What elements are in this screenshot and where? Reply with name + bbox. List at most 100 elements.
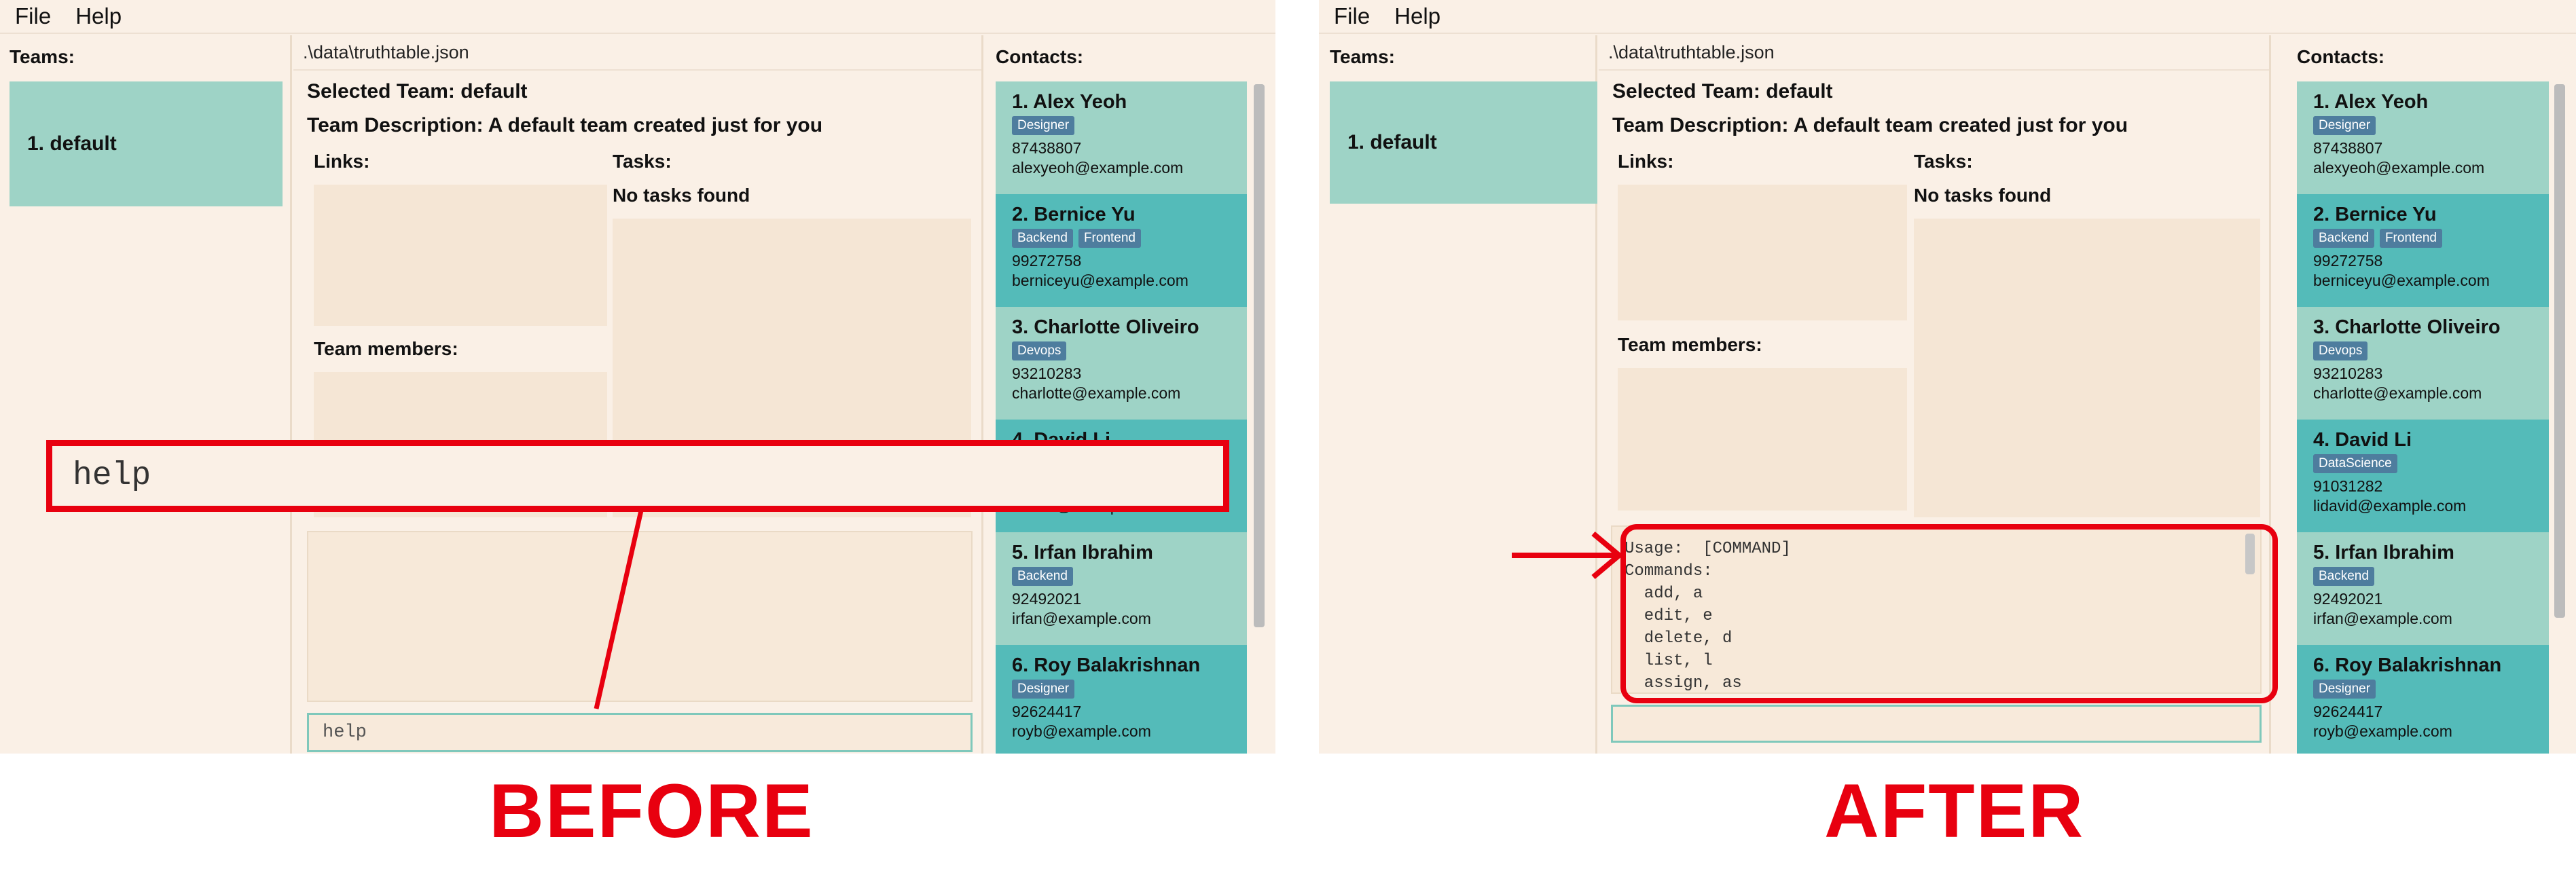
contact-phone: 92624417 [2313,703,2383,720]
contact-card[interactable]: 4. David Li DataScience 91031282 lidavid… [2297,420,2549,532]
contact-email: berniceyu@example.com [2313,272,2490,289]
contact-phone: 93210283 [2313,365,2383,382]
contact-card[interactable]: 1. Alex Yeoh Designer 87438807 alexyeoh@… [996,81,1247,194]
storage-path: .\data\truthtable.json [1608,42,1775,62]
no-tasks-text: No tasks found [1914,185,2052,206]
menu-help[interactable]: Help [1394,3,1440,29]
contacts-panel: Contacts: 1. Alex Yeoh Designer 87438807… [985,35,1275,754]
contact-phone: 99272758 [1012,252,1082,270]
teams-panel: Teams: 1. default [1319,35,1597,754]
tag: Designer [1012,680,1075,699]
contact-email: lidavid@example.com [2313,497,2467,515]
contact-email: charlotte@example.com [1012,384,1181,402]
tag: Frontend [2379,229,2442,248]
team-card-default[interactable]: 1. default [1330,81,1597,204]
contact-name: 6. Roy Balakrishnan [1012,654,1201,676]
tasks-label: Tasks: [1914,151,1973,172]
contact-phone: 87438807 [2313,139,2383,157]
contact-list[interactable]: 1. Alex Yeoh Designer 87438807 alexyeoh@… [996,81,1247,754]
contact-email: alexyeoh@example.com [1012,159,1184,177]
selected-team: Selected Team: default [1612,80,1833,103]
teams-panel: Teams: 1. default [0,35,292,754]
links-list[interactable] [1618,185,1907,320]
contact-email: berniceyu@example.com [1012,272,1189,289]
contact-name: 2. Bernice Yu [1012,204,1136,225]
contacts-title: Contacts: [996,46,1084,67]
contact-name: 1. Alex Yeoh [2313,91,2429,113]
before-label: BEFORE [489,768,814,853]
no-tasks-text: No tasks found [613,185,750,206]
contacts-scrollbar[interactable] [1254,84,1265,627]
selected-team: Selected Team: default [307,80,528,103]
team-detail-panel: .\data\truthtable.json Selected Team: de… [293,35,983,754]
contact-phone: 92492021 [2313,590,2383,608]
tag: Backend [1012,567,1073,586]
team-card-default[interactable]: 1. default [10,81,283,206]
tag: Designer [2313,116,2376,135]
contact-card[interactable]: 2. Bernice Yu Backend Frontend 99272758 b… [2297,194,2549,307]
links-label: Links: [1618,151,1674,172]
team-description: Team Description: A default team created… [307,114,823,136]
result-highlight-box [1620,524,2278,703]
result-display [307,531,973,702]
members-label: Team members: [1618,334,1762,355]
tasks-label: Tasks: [613,151,672,172]
contact-card[interactable]: 5. Irfan Ibrahim Backend 92492021 irfan@… [2297,532,2549,645]
after-label: AFTER [1824,768,2085,853]
links-label: Links: [314,151,370,172]
contact-phone: 92624417 [1012,703,1082,720]
contact-card[interactable]: 5. Irfan Ibrahim Backend 92492021 irfan@… [996,532,1247,645]
teams-title: Teams: [1330,46,1395,67]
contact-phone: 93210283 [1012,365,1082,382]
menu-file[interactable]: File [15,3,51,29]
tag: Backend [2313,229,2374,248]
contact-card[interactable]: 1. Alex Yeoh Designer 87438807 alexyeoh@… [2297,81,2549,194]
tasks-list[interactable] [1914,219,2260,517]
contact-card[interactable]: 6. Roy Balakrishnan Designer 92624417 ro… [996,645,1247,754]
menu-bar: File Help [1319,0,2576,34]
contact-email: charlotte@example.com [2313,384,2482,402]
contacts-title: Contacts: [2297,46,2385,67]
tag: Backend [1012,229,1073,248]
menu-help[interactable]: Help [75,3,122,29]
teams-title: Teams: [10,46,75,67]
tag: Devops [1012,341,1067,360]
command-input[interactable] [1611,705,2262,743]
divider [1599,69,2269,71]
links-list[interactable] [314,185,607,326]
contact-name: 1. Alex Yeoh [1012,91,1127,113]
contact-list[interactable]: 1. Alex Yeoh Designer 87438807 alexyeoh@… [2297,81,2549,754]
contact-name: 2. Bernice Yu [2313,204,2437,225]
contact-card[interactable]: 3. Charlotte Oliveiro Devops 93210283 ch… [2297,307,2549,420]
enlarged-command-callout: help [46,440,1229,512]
contact-email: alexyeoh@example.com [2313,159,2485,177]
contact-name: 3. Charlotte Oliveiro [2313,316,2501,338]
contact-name: 5. Irfan Ibrahim [2313,542,2454,563]
tag: Frontend [1078,229,1141,248]
tag: Backend [2313,567,2374,586]
menu-file[interactable]: File [1334,3,1370,29]
contact-phone: 87438807 [1012,139,1082,157]
contact-email: irfan@example.com [1012,610,1151,627]
members-list[interactable] [1618,368,1907,511]
contact-card[interactable]: 3. Charlotte Oliveiro Devops 93210283 ch… [996,307,1247,420]
contact-email: royb@example.com [2313,722,2452,740]
tag: Designer [1012,116,1075,135]
contact-card[interactable]: 2. Bernice Yu Backend Frontend 99272758 b… [996,194,1247,307]
contact-card[interactable]: 6. Roy Balakrishnan Designer 92624417 ro… [2297,645,2549,754]
tag: DataScience [2313,454,2397,473]
before-window: File Help Teams: 1. default .\data\truth… [0,0,1275,754]
team-description: Team Description: A default team created… [1612,114,2128,136]
command-input[interactable]: help [307,713,973,752]
contact-phone: 92492021 [1012,590,1082,608]
contact-name: 6. Roy Balakrishnan [2313,654,2502,676]
contact-email: royb@example.com [1012,722,1151,740]
contact-email: irfan@example.com [2313,610,2452,627]
contacts-scrollbar[interactable] [2554,84,2565,618]
tag: Designer [2313,680,2376,699]
contact-name: 3. Charlotte Oliveiro [1012,316,1199,338]
storage-path: .\data\truthtable.json [303,42,469,62]
contact-phone: 91031282 [2313,477,2383,495]
contact-name: 5. Irfan Ibrahim [1012,542,1153,563]
contact-name: 4. David Li [2313,429,2412,451]
